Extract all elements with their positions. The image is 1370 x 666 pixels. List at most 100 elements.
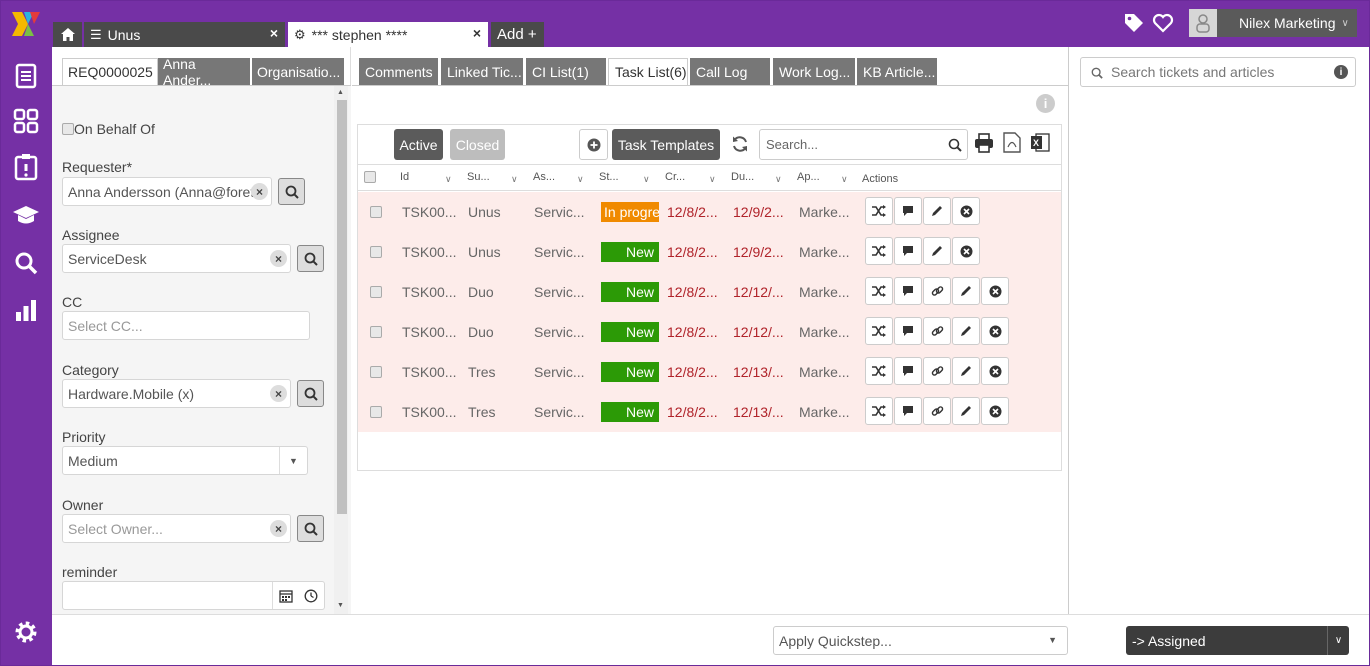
row-action-edit-pencil-button[interactable] bbox=[923, 197, 951, 225]
column-header-id[interactable]: Id bbox=[400, 171, 409, 183]
chevron-down-icon[interactable]: ∨ bbox=[511, 174, 518, 185]
tab-ci-list[interactable]: CI List(1) bbox=[526, 58, 606, 85]
tab-unus[interactable]: ☰ Unus × bbox=[84, 22, 285, 47]
task-id[interactable]: TSK00... bbox=[402, 324, 456, 340]
row-action-edit-pencil-button[interactable] bbox=[952, 317, 980, 345]
tab-work-log[interactable]: Work Log... bbox=[773, 58, 855, 85]
row-checkbox[interactable] bbox=[370, 206, 382, 218]
clear-assignee-icon[interactable]: × bbox=[270, 250, 287, 267]
chevron-down-icon[interactable]: ∨ bbox=[841, 174, 848, 185]
heart-icon[interactable] bbox=[1152, 12, 1174, 34]
task-id[interactable]: TSK00... bbox=[402, 404, 456, 420]
app-logo[interactable] bbox=[12, 12, 40, 36]
cc-field[interactable]: Select CC... bbox=[62, 311, 310, 340]
user-menu-button[interactable]: Nilex Marketing ∨ bbox=[1189, 9, 1357, 37]
row-action-comment-button[interactable] bbox=[894, 197, 922, 225]
row-action-shuffle-button[interactable] bbox=[865, 277, 893, 305]
info-icon[interactable]: i bbox=[1036, 94, 1055, 113]
row-action-comment-button[interactable] bbox=[894, 317, 922, 345]
chevron-down-icon[interactable]: ∨ bbox=[445, 174, 452, 185]
knowledge-search-input[interactable]: Search tickets and articles i bbox=[1080, 57, 1356, 87]
pdf-export-icon[interactable] bbox=[1003, 132, 1021, 156]
form-scrollbar[interactable]: ▲ ▼ bbox=[334, 86, 348, 614]
excel-export-icon[interactable]: X bbox=[1030, 132, 1050, 156]
row-action-comment-button[interactable] bbox=[894, 277, 922, 305]
tab-call-log[interactable]: Call Log bbox=[690, 58, 770, 85]
clear-owner-icon[interactable]: × bbox=[270, 520, 287, 537]
chevron-down-icon[interactable]: ∨ bbox=[643, 174, 650, 185]
row-action-remove-button[interactable] bbox=[981, 317, 1009, 345]
closed-filter-button[interactable]: Closed bbox=[450, 129, 505, 160]
row-action-link-button[interactable] bbox=[923, 277, 951, 305]
assigned-status-button[interactable]: -> Assigned ∨ bbox=[1126, 626, 1349, 655]
row-action-remove-button[interactable] bbox=[981, 277, 1009, 305]
close-icon[interactable]: × bbox=[270, 25, 278, 41]
row-checkbox[interactable] bbox=[370, 406, 382, 418]
calendar-icon[interactable] bbox=[279, 589, 293, 603]
close-icon[interactable]: × bbox=[473, 25, 481, 41]
row-action-shuffle-button[interactable] bbox=[865, 237, 893, 265]
task-templates-button[interactable]: Task Templates bbox=[612, 129, 720, 160]
tab-request-id[interactable]: REQ0000025 bbox=[62, 58, 158, 85]
column-header-subject[interactable]: Su... bbox=[467, 171, 490, 183]
row-action-edit-pencil-button[interactable] bbox=[952, 357, 980, 385]
clipboard-icon[interactable] bbox=[12, 153, 40, 181]
priority-select[interactable]: Medium ▼ bbox=[62, 446, 308, 475]
table-row[interactable]: TSK00... Tres Servic... New 12/8/2... 12/13/.… bbox=[358, 392, 1061, 432]
row-action-remove-button[interactable] bbox=[952, 237, 980, 265]
refresh-icon[interactable] bbox=[731, 135, 749, 156]
task-id[interactable]: TSK00... bbox=[402, 364, 456, 380]
chevron-down-icon[interactable]: ∨ bbox=[1327, 626, 1349, 655]
row-action-remove-button[interactable] bbox=[952, 197, 980, 225]
requester-field[interactable]: Anna Andersson (Anna@foret bbox=[62, 177, 272, 206]
chevron-down-icon[interactable]: ∨ bbox=[577, 174, 584, 185]
column-header-assignee[interactable]: As... bbox=[533, 171, 555, 183]
column-header-due[interactable]: Du... bbox=[731, 171, 754, 183]
table-row[interactable]: TSK00... Unus Servic... New 12/8/2... 12/9/2.… bbox=[358, 232, 1061, 272]
print-icon[interactable] bbox=[974, 133, 994, 156]
tab-stephen[interactable]: ⚙ *** stephen **** × bbox=[288, 22, 488, 47]
scroll-down-icon[interactable]: ▼ bbox=[337, 602, 344, 609]
task-id[interactable]: TSK00... bbox=[402, 244, 456, 260]
row-checkbox[interactable] bbox=[370, 366, 382, 378]
clock-icon[interactable] bbox=[304, 589, 318, 603]
table-row[interactable]: TSK00... Unus Servic... In progre 12/8/2... 1… bbox=[358, 192, 1061, 232]
assignee-field[interactable]: ServiceDesk bbox=[62, 244, 291, 273]
table-row[interactable]: TSK00... Duo Servic... New 12/8/2... 12/12/..… bbox=[358, 312, 1061, 352]
task-id[interactable]: TSK00... bbox=[402, 284, 456, 300]
on-behalf-checkbox[interactable] bbox=[62, 123, 74, 135]
row-action-edit-pencil-button[interactable] bbox=[952, 397, 980, 425]
tab-home[interactable] bbox=[53, 22, 82, 47]
row-checkbox[interactable] bbox=[370, 286, 382, 298]
bar-chart-icon[interactable] bbox=[12, 296, 40, 324]
owner-field[interactable]: Select Owner... bbox=[62, 514, 291, 543]
scroll-thumb[interactable] bbox=[337, 100, 347, 514]
category-field[interactable]: Hardware.Mobile (x) bbox=[62, 379, 291, 408]
row-action-edit-pencil-button[interactable] bbox=[952, 277, 980, 305]
row-action-shuffle-button[interactable] bbox=[865, 317, 893, 345]
quickstep-select[interactable]: Apply Quickstep... ▼ bbox=[773, 626, 1068, 655]
chevron-down-icon[interactable]: ∨ bbox=[709, 174, 716, 185]
task-search-input[interactable]: Search... bbox=[759, 129, 968, 160]
add-task-button[interactable] bbox=[579, 129, 608, 160]
row-action-remove-button[interactable] bbox=[981, 397, 1009, 425]
category-lookup-button[interactable] bbox=[297, 380, 324, 407]
row-action-edit-pencil-button[interactable] bbox=[923, 237, 951, 265]
row-checkbox[interactable] bbox=[370, 326, 382, 338]
row-action-remove-button[interactable] bbox=[981, 357, 1009, 385]
column-header-approver[interactable]: Ap... bbox=[797, 171, 820, 183]
tab-requester[interactable]: Anna Ander... bbox=[158, 56, 250, 88]
chevron-down-icon[interactable]: ∨ bbox=[775, 174, 782, 185]
info-icon[interactable]: i bbox=[1334, 65, 1348, 79]
owner-lookup-button[interactable] bbox=[297, 515, 324, 542]
row-action-shuffle-button[interactable] bbox=[865, 197, 893, 225]
graduation-cap-icon[interactable] bbox=[12, 201, 40, 229]
dashboard-grid-icon[interactable] bbox=[12, 107, 40, 135]
table-row[interactable]: TSK00... Duo Servic... New 12/8/2... 12/12/..… bbox=[358, 272, 1061, 312]
document-icon[interactable] bbox=[12, 62, 40, 90]
row-action-shuffle-button[interactable] bbox=[865, 357, 893, 385]
search-icon[interactable] bbox=[12, 249, 40, 277]
row-checkbox[interactable] bbox=[370, 246, 382, 258]
tab-organisation[interactable]: Organisatio... bbox=[252, 58, 344, 85]
tab-kb-articles[interactable]: KB Article... bbox=[857, 58, 937, 85]
